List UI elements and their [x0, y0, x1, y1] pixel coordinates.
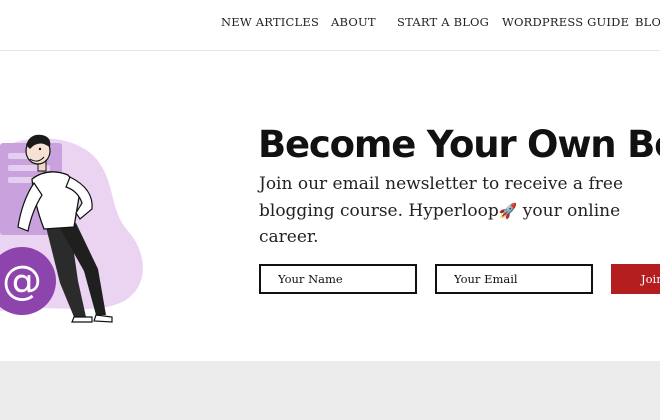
- at-sign-icon: @: [2, 258, 42, 304]
- lower-section-band: [0, 361, 660, 420]
- nav-wordpress-guide[interactable]: WORDPRESS GUIDE: [502, 15, 629, 29]
- nav-start-a-blog[interactable]: START A BLOG: [397, 15, 489, 29]
- person-with-at-sign-illustration: @: [0, 134, 143, 323]
- rocket-icon: 🚀: [498, 201, 518, 220]
- email-input[interactable]: [435, 264, 593, 294]
- name-input[interactable]: [259, 264, 417, 294]
- top-navigation: NEW ARTICLES ABOUT START A BLOG WORDPRES…: [0, 0, 660, 51]
- hero-title: Become Your Own Boss: [258, 123, 660, 166]
- nav-new-articles[interactable]: NEW ARTICLES: [221, 15, 319, 29]
- hero-section: @ Become Your Own Boss Join our email ne…: [0, 51, 660, 361]
- nav-blog[interactable]: BLOG: [635, 15, 660, 29]
- hero-subtitle: Join our email newsletter to receive a f…: [259, 171, 639, 251]
- join-button[interactable]: Join: [611, 264, 660, 294]
- nav-about[interactable]: ABOUT: [331, 15, 376, 29]
